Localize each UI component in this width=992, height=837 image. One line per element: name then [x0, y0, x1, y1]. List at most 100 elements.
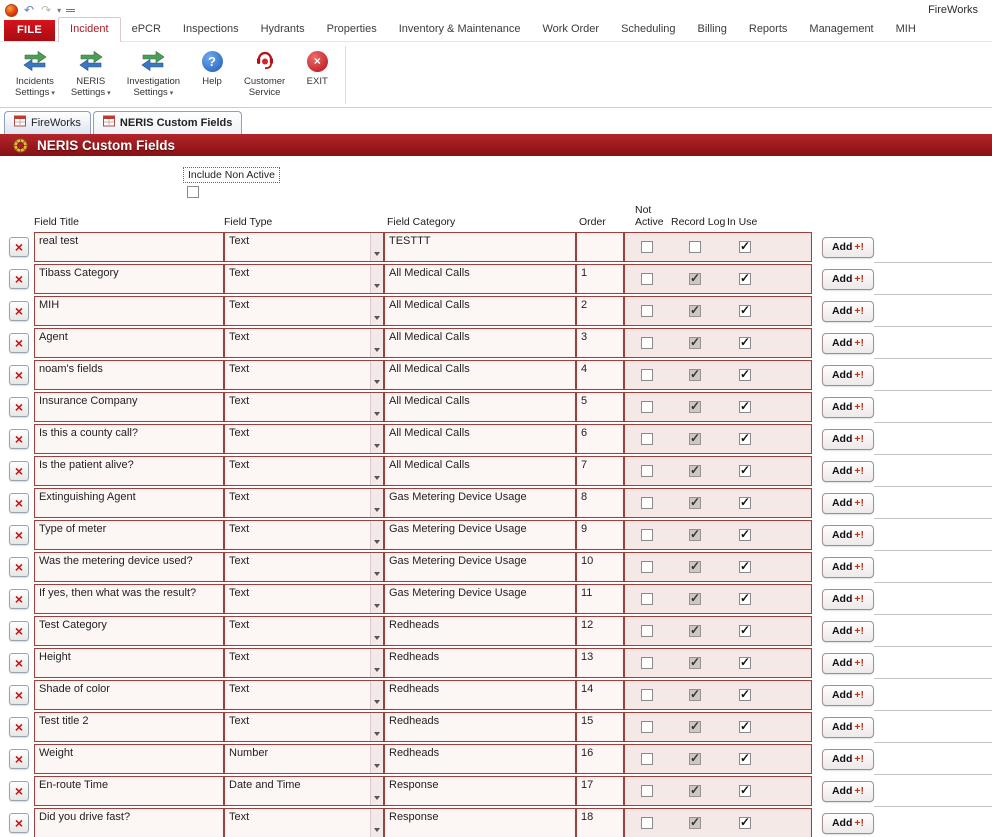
- in-use-checkbox[interactable]: [739, 529, 751, 541]
- add-button[interactable]: Add+!: [822, 237, 874, 258]
- not-active-checkbox[interactable]: [641, 337, 653, 349]
- ribbon-button-investigation-settings[interactable]: Investigation Settings▾: [120, 45, 187, 100]
- record-log-checkbox[interactable]: [689, 753, 701, 765]
- in-use-checkbox[interactable]: [739, 337, 751, 349]
- ribbon-button-customer-service[interactable]: Customer Service: [237, 45, 292, 100]
- in-use-checkbox[interactable]: [739, 593, 751, 605]
- field-type-dropdown[interactable]: Text: [224, 488, 384, 518]
- order-input[interactable]: 8: [576, 488, 624, 518]
- order-input[interactable]: 4: [576, 360, 624, 390]
- add-button[interactable]: Add+!: [822, 749, 874, 770]
- field-category-input[interactable]: All Medical Calls: [384, 424, 576, 454]
- add-button[interactable]: Add+!: [822, 781, 874, 802]
- not-active-checkbox[interactable]: [641, 433, 653, 445]
- field-category-input[interactable]: All Medical Calls: [384, 296, 576, 326]
- chevron-down-icon[interactable]: [370, 713, 383, 741]
- field-title-input[interactable]: Height: [34, 648, 224, 678]
- field-category-input[interactable]: Response: [384, 808, 576, 837]
- field-type-dropdown[interactable]: Text: [224, 456, 384, 486]
- add-button[interactable]: Add+!: [822, 621, 874, 642]
- field-title-input[interactable]: Tibass Category: [34, 264, 224, 294]
- add-button[interactable]: Add+!: [822, 653, 874, 674]
- chevron-down-icon[interactable]: [370, 809, 383, 837]
- in-use-checkbox[interactable]: [739, 689, 751, 701]
- chevron-down-icon[interactable]: [370, 777, 383, 805]
- not-active-checkbox[interactable]: [641, 273, 653, 285]
- chevron-down-icon[interactable]: ▾: [57, 6, 61, 15]
- customize-quick-access-icon[interactable]: [66, 9, 75, 12]
- menu-tab-file[interactable]: FILE: [4, 20, 55, 41]
- field-category-input[interactable]: Redheads: [384, 712, 576, 742]
- field-title-input[interactable]: noam's fields: [34, 360, 224, 390]
- in-use-checkbox[interactable]: [739, 561, 751, 573]
- not-active-checkbox[interactable]: [641, 753, 653, 765]
- in-use-checkbox[interactable]: [739, 721, 751, 733]
- in-use-checkbox[interactable]: [739, 625, 751, 637]
- menu-tab-properties[interactable]: Properties: [316, 18, 388, 41]
- chevron-down-icon[interactable]: [370, 681, 383, 709]
- in-use-checkbox[interactable]: [739, 753, 751, 765]
- field-title-input[interactable]: Test title 2: [34, 712, 224, 742]
- field-category-input[interactable]: Gas Metering Device Usage: [384, 552, 576, 582]
- field-type-dropdown[interactable]: Text: [224, 232, 384, 262]
- not-active-checkbox[interactable]: [641, 817, 653, 829]
- add-button[interactable]: Add+!: [822, 589, 874, 610]
- field-title-input[interactable]: Is this a county call?: [34, 424, 224, 454]
- field-category-input[interactable]: All Medical Calls: [384, 328, 576, 358]
- field-category-input[interactable]: Response: [384, 776, 576, 806]
- field-title-input[interactable]: Type of meter: [34, 520, 224, 550]
- menu-tab-management[interactable]: Management: [798, 18, 884, 41]
- order-input[interactable]: 2: [576, 296, 624, 326]
- delete-row-button[interactable]: ×: [9, 749, 29, 769]
- add-button[interactable]: Add+!: [822, 301, 874, 322]
- order-input[interactable]: [576, 232, 624, 262]
- field-category-input[interactable]: Redheads: [384, 648, 576, 678]
- field-type-dropdown[interactable]: Text: [224, 584, 384, 614]
- add-button[interactable]: Add+!: [822, 493, 874, 514]
- delete-row-button[interactable]: ×: [9, 269, 29, 289]
- record-log-checkbox[interactable]: [689, 593, 701, 605]
- delete-row-button[interactable]: ×: [9, 365, 29, 385]
- chevron-down-icon[interactable]: [370, 297, 383, 325]
- order-input[interactable]: 10: [576, 552, 624, 582]
- ribbon-button-help[interactable]: ? Help: [189, 45, 235, 88]
- record-log-checkbox[interactable]: [689, 273, 701, 285]
- field-category-input[interactable]: Gas Metering Device Usage: [384, 488, 576, 518]
- delete-row-button[interactable]: ×: [9, 717, 29, 737]
- not-active-checkbox[interactable]: [641, 721, 653, 733]
- chevron-down-icon[interactable]: [370, 233, 383, 261]
- field-title-input[interactable]: Is the patient alive?: [34, 456, 224, 486]
- in-use-checkbox[interactable]: [739, 305, 751, 317]
- order-input[interactable]: 14: [576, 680, 624, 710]
- menu-tab-reports[interactable]: Reports: [738, 18, 799, 41]
- field-category-input[interactable]: All Medical Calls: [384, 456, 576, 486]
- undo-button[interactable]: ↶: [23, 4, 35, 16]
- add-button[interactable]: Add+!: [822, 333, 874, 354]
- field-type-dropdown[interactable]: Text: [224, 424, 384, 454]
- field-title-input[interactable]: If yes, then what was the result?: [34, 584, 224, 614]
- field-title-input[interactable]: Weight: [34, 744, 224, 774]
- redo-button[interactable]: ↷: [40, 4, 52, 16]
- not-active-checkbox[interactable]: [641, 497, 653, 509]
- not-active-checkbox[interactable]: [641, 593, 653, 605]
- menu-tab-hydrants[interactable]: Hydrants: [250, 18, 316, 41]
- ribbon-button-exit[interactable]: × EXIT: [294, 45, 340, 88]
- order-input[interactable]: 3: [576, 328, 624, 358]
- in-use-checkbox[interactable]: [739, 817, 751, 829]
- delete-row-button[interactable]: ×: [9, 397, 29, 417]
- record-log-checkbox[interactable]: [689, 721, 701, 733]
- field-category-input[interactable]: Redheads: [384, 680, 576, 710]
- record-log-checkbox[interactable]: [689, 401, 701, 413]
- delete-row-button[interactable]: ×: [9, 301, 29, 321]
- field-category-input[interactable]: All Medical Calls: [384, 392, 576, 422]
- order-input[interactable]: 1: [576, 264, 624, 294]
- field-category-input[interactable]: Gas Metering Device Usage: [384, 520, 576, 550]
- order-input[interactable]: 11: [576, 584, 624, 614]
- order-input[interactable]: 9: [576, 520, 624, 550]
- record-log-checkbox[interactable]: [689, 369, 701, 381]
- chevron-down-icon[interactable]: [370, 393, 383, 421]
- delete-row-button[interactable]: ×: [9, 493, 29, 513]
- field-title-input[interactable]: Agent: [34, 328, 224, 358]
- order-input[interactable]: 6: [576, 424, 624, 454]
- in-use-checkbox[interactable]: [739, 433, 751, 445]
